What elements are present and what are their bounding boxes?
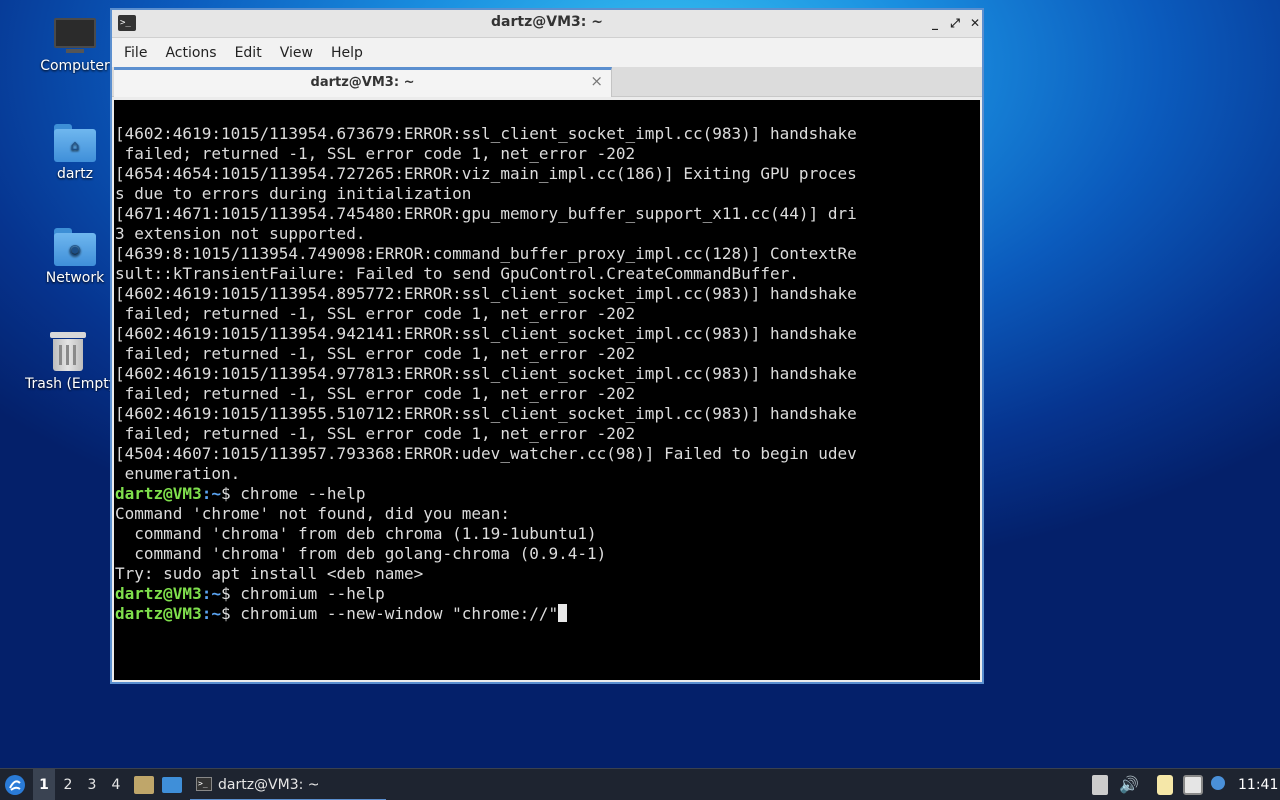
maximize-button[interactable]: ⤢ [946, 14, 964, 32]
tab-terminal[interactable]: dartz@VM3: ~ × [114, 67, 612, 97]
prompt-symbol: $ [220, 584, 241, 603]
terminal-output-line: [4602:4619:1015/113954.977813:ERROR:ssl_… [115, 364, 857, 383]
trash-icon [49, 330, 86, 372]
terminal-output-line: [4671:4671:1015/113954.745480:ERROR:gpu_… [115, 204, 857, 223]
terminal-output-line: [4654:4654:1015/113954.727265:ERROR:viz_… [115, 164, 857, 183]
workspace-1[interactable]: 1 [33, 769, 55, 800]
taskbar: 1 2 3 4 >_ dartz@VM3: ~ 🔊 11:41 [0, 768, 1280, 800]
file-manager-icon [134, 776, 154, 794]
text-cursor [558, 604, 568, 622]
prompt-symbol: $ [220, 604, 241, 623]
terminal-output-line: command 'chroma' from deb chroma (1.19-1… [115, 524, 597, 543]
menu-view[interactable]: View [274, 45, 323, 61]
terminal-output-line: [4602:4619:1015/113954.895772:ERROR:ssl_… [115, 284, 857, 303]
clipboard-icon[interactable] [1157, 775, 1173, 795]
terminal-window: >_ dartz@VM3: ~ _ ⤢ ✕ File Actions Edit … [110, 8, 984, 684]
prompt-path: :~ [201, 604, 221, 623]
terminal-output-line: sult::kTransientFailure: Failed to send … [115, 264, 799, 283]
tab-close-icon[interactable]: × [590, 72, 603, 90]
close-button[interactable]: ✕ [966, 14, 984, 32]
terminal-output-line: enumeration. [115, 464, 241, 483]
prompt-user: dartz@VM3 [115, 584, 202, 603]
terminal-output-line: failed; returned -1, SSL error code 1, n… [115, 384, 636, 403]
volume-icon[interactable]: 🔊 [1119, 769, 1139, 800]
menu-actions[interactable]: Actions [159, 45, 226, 61]
app-menu-button[interactable] [4, 769, 28, 800]
prompt-path: :~ [201, 484, 221, 503]
command-input[interactable]: chromium --new-window "chrome://" [240, 604, 558, 623]
terminal-output-line: command 'chroma' from deb golang-chroma … [115, 544, 607, 563]
prompt-symbol: $ [220, 484, 241, 503]
update-notifier-icon[interactable] [1211, 776, 1225, 790]
file-manager-launcher[interactable] [134, 769, 154, 800]
command-text: chrome --help [240, 484, 366, 503]
desktop-icon-trash[interactable]: Trash (Empty) [25, 330, 110, 392]
taskbar-window-terminal[interactable]: >_ dartz@VM3: ~ [190, 769, 386, 800]
terminal-mini-icon: >_ [196, 777, 212, 791]
terminal-output-line: failed; returned -1, SSL error code 1, n… [115, 344, 636, 363]
menu-edit[interactable]: Edit [229, 45, 272, 61]
prompt-user: dartz@VM3 [115, 484, 202, 503]
terminal-output-line: Command 'chrome' not found, did you mean… [115, 504, 510, 523]
tray-arrow-icon[interactable] [1092, 775, 1108, 795]
desktop-icon-label: Trash (Empty) [25, 376, 110, 392]
minimize-button[interactable]: _ [926, 14, 944, 32]
computer-icon [54, 18, 96, 54]
terminal-output-line: failed; returned -1, SSL error code 1, n… [115, 144, 636, 163]
menu-file[interactable]: File [118, 45, 157, 61]
workspace-2[interactable]: 2 [57, 769, 79, 800]
terminal-output-line: [4602:4619:1015/113954.942141:ERROR:ssl_… [115, 324, 857, 343]
lubuntu-logo-icon [5, 775, 25, 795]
prompt-user: dartz@VM3 [115, 604, 202, 623]
tab-bar: dartz@VM3: ~ × [112, 67, 982, 97]
terminal-output-line: [4504:4607:1015/113957.793368:ERROR:udev… [115, 444, 857, 463]
network-folder-icon: ◉ [54, 228, 96, 266]
menubar: File Actions Edit View Help [112, 38, 982, 67]
workspace-3[interactable]: 3 [81, 769, 103, 800]
workspace-4[interactable]: 4 [105, 769, 127, 800]
terminal-output-line: Try: sudo apt install <deb name> [115, 564, 424, 583]
home-folder-icon: ⌂ [54, 124, 96, 162]
network-status-icon[interactable] [1183, 775, 1203, 795]
terminal-output-line: [4602:4619:1015/113954.673679:ERROR:ssl_… [115, 124, 857, 143]
command-text: chromium --help [240, 584, 385, 603]
prompt-line: dartz@VM3:~$ chrome --help [115, 484, 980, 504]
terminal-output-line: 3 extension not supported. [115, 224, 366, 243]
clock[interactable]: 11:41 [1238, 769, 1278, 800]
prompt-line: dartz@VM3:~$ chromium --help [115, 584, 980, 604]
terminal-output-line: [4639:8:1015/113954.749098:ERROR:command… [115, 244, 857, 263]
window-title: dartz@VM3: ~ [491, 14, 603, 30]
terminal-output-line: failed; returned -1, SSL error code 1, n… [115, 424, 636, 443]
prompt-path: :~ [201, 584, 221, 603]
show-desktop-button[interactable] [162, 769, 184, 800]
terminal-output-line: s due to errors during initialization [115, 184, 472, 203]
terminal-output[interactable]: [4602:4619:1015/113954.673679:ERROR:ssl_… [114, 100, 980, 680]
terminal-output-line: failed; returned -1, SSL error code 1, n… [115, 304, 636, 323]
window-titlebar[interactable]: >_ dartz@VM3: ~ _ ⤢ ✕ [112, 10, 982, 38]
terminal-output-line: [4602:4619:1015/113955.510712:ERROR:ssl_… [115, 404, 857, 423]
desktop-icon [162, 777, 182, 793]
menu-help[interactable]: Help [325, 45, 373, 61]
prompt-line-current[interactable]: dartz@VM3:~$ chromium --new-window "chro… [115, 604, 980, 624]
tab-label: dartz@VM3: ~ [310, 75, 415, 90]
taskbar-window-label: dartz@VM3: ~ [218, 777, 320, 793]
